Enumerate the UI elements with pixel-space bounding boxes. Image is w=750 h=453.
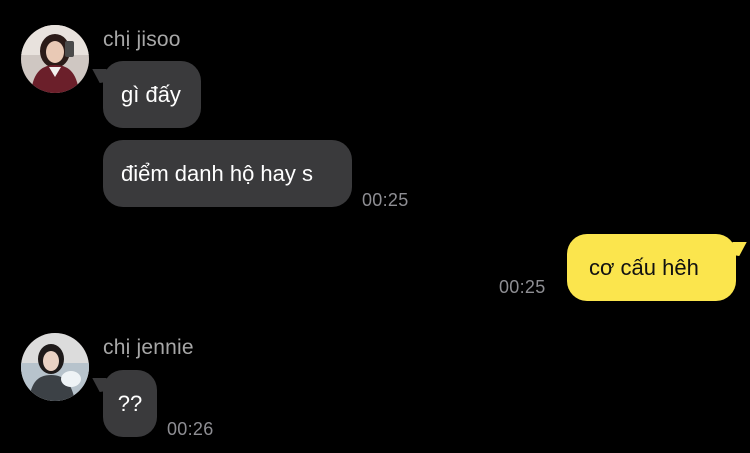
sender-name-jennie: chị jennie bbox=[103, 336, 194, 359]
sender-name-jisoo: chị jisoo bbox=[103, 28, 181, 51]
message-timestamp: 00:25 bbox=[362, 190, 409, 210]
profile-photo-jisoo bbox=[21, 25, 89, 93]
message-timestamp: 00:25 bbox=[499, 277, 546, 297]
message-text: điểm danh hộ hay s bbox=[121, 160, 314, 186]
my-message-bubble[interactable]: cơ cấu hêh bbox=[567, 234, 736, 301]
avatar-jennie[interactable] bbox=[21, 333, 89, 401]
profile-photo-jennie bbox=[21, 333, 89, 401]
message-text: gì đấy bbox=[121, 81, 181, 107]
avatar-jisoo[interactable] bbox=[21, 25, 89, 93]
message-text: ?? bbox=[117, 390, 143, 416]
message-bubble[interactable]: ?? bbox=[103, 370, 157, 437]
message-timestamp: 00:26 bbox=[167, 419, 214, 439]
message-text: cơ cấu hêh bbox=[589, 254, 699, 280]
message-bubble[interactable]: điểm danh hộ hay s bbox=[103, 140, 352, 207]
message-bubble[interactable]: gì đấy bbox=[103, 61, 201, 128]
